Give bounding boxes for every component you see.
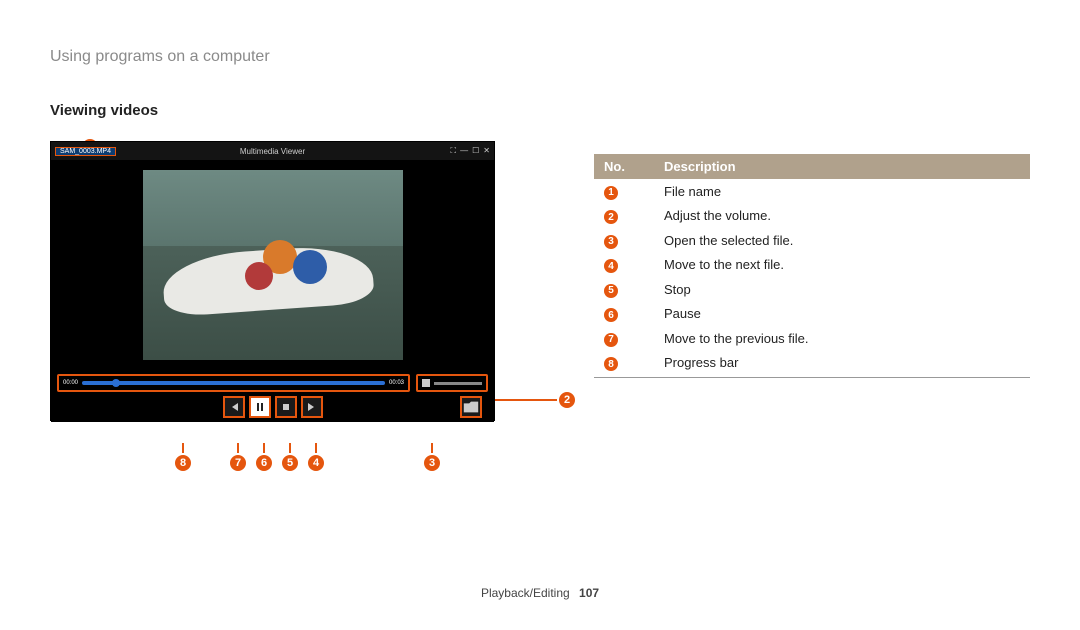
table-row: 2 Adjust the volume. (594, 204, 1030, 229)
expand-icon[interactable]: ⛶ (451, 146, 457, 156)
seek-track[interactable] (82, 381, 385, 385)
row-num-icon: 7 (604, 333, 618, 347)
stop-button[interactable] (275, 396, 297, 418)
video-player-window: SAM_0003.MP4 Multimedia Viewer ⛶ — ☐ ✕ (50, 141, 495, 421)
next-button[interactable] (301, 396, 323, 418)
row-desc: Open the selected file. (654, 228, 1030, 253)
window-title: Multimedia Viewer (240, 147, 305, 156)
row-num-icon: 6 (604, 308, 618, 322)
callout-6: 6 (256, 455, 272, 471)
video-thumbnail (143, 170, 403, 360)
volume-control[interactable] (416, 374, 488, 392)
row-desc: Move to the next file. (654, 253, 1030, 278)
callout-3: 3 (424, 455, 440, 471)
description-table: No. Description 1 File name 2 Adjust the v… (594, 154, 1030, 378)
callout-2: 2 (559, 392, 575, 408)
volume-track[interactable] (434, 382, 482, 385)
th-desc: Description (654, 154, 1030, 179)
leader-2 (495, 399, 557, 401)
table-row: 4 Move to the next file. (594, 253, 1030, 278)
player-controls: 00:00 00:03 (51, 370, 494, 422)
minimize-icon[interactable]: — (460, 146, 468, 156)
row-num-icon: 1 (604, 186, 618, 200)
leader-6 (263, 443, 265, 453)
pause-button[interactable] (249, 396, 271, 418)
table-row: 1 File name (594, 179, 1030, 204)
row-desc: Pause (654, 302, 1030, 327)
th-no: No. (594, 154, 654, 179)
leader-7 (237, 443, 239, 453)
row-num-icon: 8 (604, 357, 618, 371)
open-file-button[interactable] (460, 396, 482, 418)
video-display (51, 160, 494, 370)
page-footer: Playback/Editing 107 (0, 586, 1080, 600)
close-icon[interactable]: ✕ (483, 146, 490, 156)
row-desc: Progress bar (654, 351, 1030, 378)
speaker-icon[interactable] (422, 379, 430, 387)
maximize-icon[interactable]: ☐ (472, 146, 479, 156)
table-row: 8 Progress bar (594, 351, 1030, 378)
titlebar: SAM_0003.MP4 Multimedia Viewer ⛶ — ☐ ✕ (51, 142, 494, 160)
progress-bar[interactable]: 00:00 00:03 (57, 374, 410, 392)
section-subtitle: Viewing videos (50, 102, 550, 119)
footer-page-number: 107 (579, 586, 599, 600)
table-row: 3 Open the selected file. (594, 228, 1030, 253)
row-desc: Move to the previous file. (654, 326, 1030, 351)
leader-5 (289, 443, 291, 453)
callout-8: 8 (175, 455, 191, 471)
row-desc: Adjust the volume. (654, 204, 1030, 229)
window-controls: ⛶ — ☐ ✕ (451, 146, 490, 156)
leader-3 (431, 443, 433, 453)
leader-4 (315, 443, 317, 453)
breadcrumb: Using programs on a computer (50, 48, 270, 66)
time-current: 00:00 (63, 380, 78, 386)
row-num-icon: 5 (604, 284, 618, 298)
file-name-chip: SAM_0003.MP4 (55, 147, 116, 156)
table-row: 5 Stop (594, 277, 1030, 302)
row-desc: Stop (654, 277, 1030, 302)
callout-7: 7 (230, 455, 246, 471)
callout-5: 5 (282, 455, 298, 471)
row-num-icon: 3 (604, 235, 618, 249)
row-num-icon: 2 (604, 210, 618, 224)
previous-button[interactable] (223, 396, 245, 418)
table-row: 6 Pause (594, 302, 1030, 327)
callout-4: 4 (308, 455, 324, 471)
footer-section: Playback/Editing (481, 586, 570, 600)
time-total: 00:03 (389, 380, 404, 386)
row-desc: File name (654, 179, 1030, 204)
leader-8 (182, 443, 184, 453)
row-num-icon: 4 (604, 259, 618, 273)
table-row: 7 Move to the previous file. (594, 326, 1030, 351)
